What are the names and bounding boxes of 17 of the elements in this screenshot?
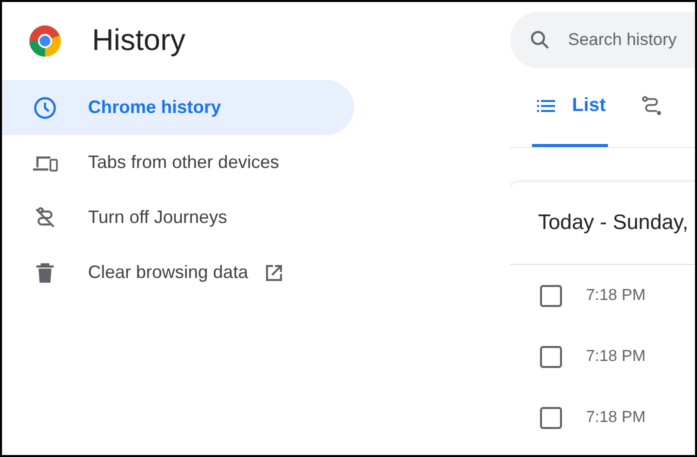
checkbox[interactable] bbox=[540, 406, 562, 428]
search-field[interactable]: Search history bbox=[510, 12, 695, 68]
tab[interactable]: List bbox=[532, 68, 608, 147]
sidebar-item[interactable]: Tabs from other devices bbox=[2, 135, 354, 190]
checkbox[interactable] bbox=[540, 284, 562, 306]
route-icon bbox=[640, 94, 664, 118]
checkbox[interactable] bbox=[540, 346, 562, 368]
page-title: History bbox=[92, 24, 186, 58]
sidebar-item[interactable]: Chrome history bbox=[2, 80, 354, 135]
sidebar-item[interactable]: Turn off Journeys bbox=[2, 190, 354, 245]
clock-icon bbox=[32, 94, 58, 120]
date-heading: Today - Sunday, bbox=[510, 182, 695, 265]
browser-logo-icon bbox=[28, 24, 62, 58]
sidebar-item[interactable]: Clear browsing data bbox=[2, 245, 354, 300]
visit-time: 7:18 PM bbox=[586, 348, 646, 366]
visit-time: 7:18 PM bbox=[586, 286, 646, 304]
visit-time: 7:18 PM bbox=[586, 408, 646, 426]
